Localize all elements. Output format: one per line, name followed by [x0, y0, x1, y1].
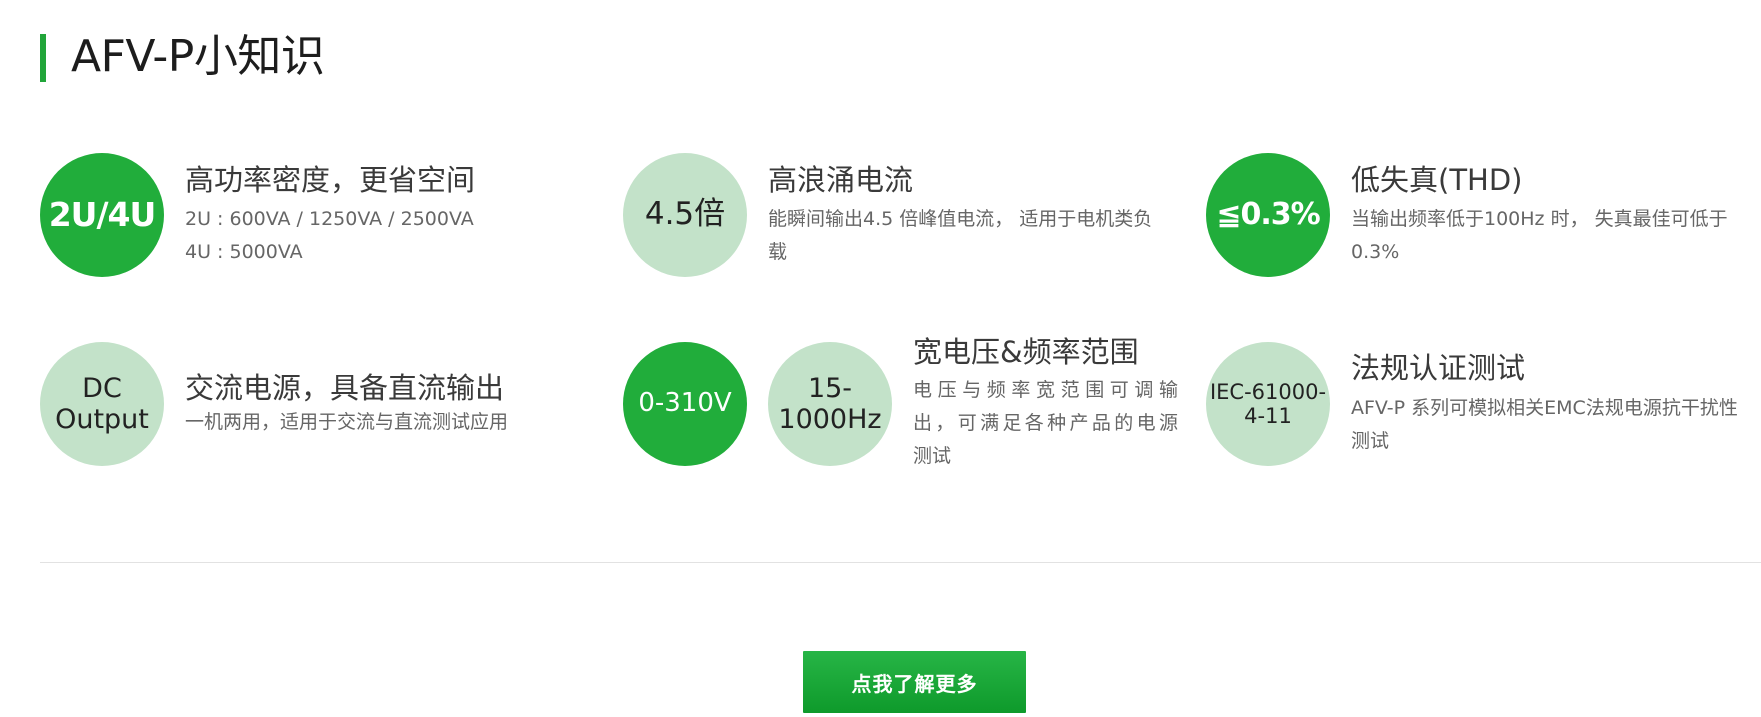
feature-description-line: 4U : 5000VA — [185, 241, 303, 263]
feature-description-line: 0.3% — [1351, 241, 1400, 263]
feature-description: 能瞬间输出4.5 倍峰值电流， 适用于电机类负 载 — [768, 203, 1178, 269]
feature-badge-line: IEC-61000- — [1209, 379, 1327, 404]
feature-badge-line: Output — [55, 404, 149, 435]
feature-badge: 4.5倍 — [623, 153, 747, 277]
feature-badge: IEC-61000- 4-11 — [1206, 342, 1330, 466]
title-accent-bar — [40, 34, 46, 82]
feature-description-line: 2U : 600VA / 1250VA / 2500VA — [185, 208, 474, 230]
feature-title: 法规认证测试 — [1351, 351, 1526, 385]
feature-title: 宽电压&频率范围 — [913, 335, 1139, 369]
feature-title: 低失真(THD) — [1351, 163, 1523, 197]
feature-badge: ≦0.3% — [1206, 153, 1330, 277]
section-divider — [40, 562, 1761, 563]
feature-badge: DC Output — [40, 342, 164, 466]
feature-badge-line: 1000Hz — [778, 404, 882, 435]
feature-description: 电压与频率宽范围可调输 出，可满足各种产品的电源 测试 — [913, 374, 1178, 473]
feature-description: 2U : 600VA / 1250VA / 2500VA 4U : 5000VA — [185, 203, 474, 269]
learn-more-button[interactable]: 点我了解更多 — [803, 651, 1026, 713]
feature-description-line: 载 — [768, 241, 788, 263]
feature-badge-line: 15- — [807, 372, 853, 404]
feature-badge: 15- 1000Hz — [768, 342, 892, 466]
feature-description: AFV-P 系列可模拟相关EMC法规电源抗干扰性 测试 — [1351, 392, 1761, 458]
feature-description-line: 当输出频率低于100Hz 时， 失真最佳可低于 — [1351, 208, 1728, 230]
feature-description-line: 一机两用，适用于交流与直流测试应用 — [185, 411, 509, 433]
feature-badge: 2U/4U — [40, 153, 164, 277]
feature-description-line: 测试 — [913, 445, 952, 467]
feature-badge: 0-310V — [623, 342, 747, 466]
feature-title: 高功率密度，更省空间 — [185, 163, 476, 197]
feature-description-line: 测试 — [1351, 430, 1390, 452]
feature-badge-line: DC — [82, 372, 122, 404]
feature-title: 高浪涌电流 — [768, 163, 914, 197]
feature-description-line: 出，可满足各种产品的电源 — [913, 412, 1178, 434]
feature-description: 当输出频率低于100Hz 时， 失真最佳可低于 0.3% — [1351, 203, 1761, 269]
feature-description-line: AFV-P 系列可模拟相关EMC法规电源抗干扰性 — [1351, 397, 1738, 419]
feature-description: 一机两用，适用于交流与直流测试应用 — [185, 406, 508, 439]
feature-title: 交流电源，具备直流输出 — [185, 371, 505, 405]
feature-badge-line: 4-11 — [1244, 404, 1292, 428]
feature-description-line: 电压与频率宽范围可调输 — [913, 379, 1178, 401]
page-title: AFV-P小知识 — [71, 31, 325, 82]
feature-description-line: 能瞬间输出4.5 倍峰值电流， 适用于电机类负 — [768, 208, 1153, 230]
